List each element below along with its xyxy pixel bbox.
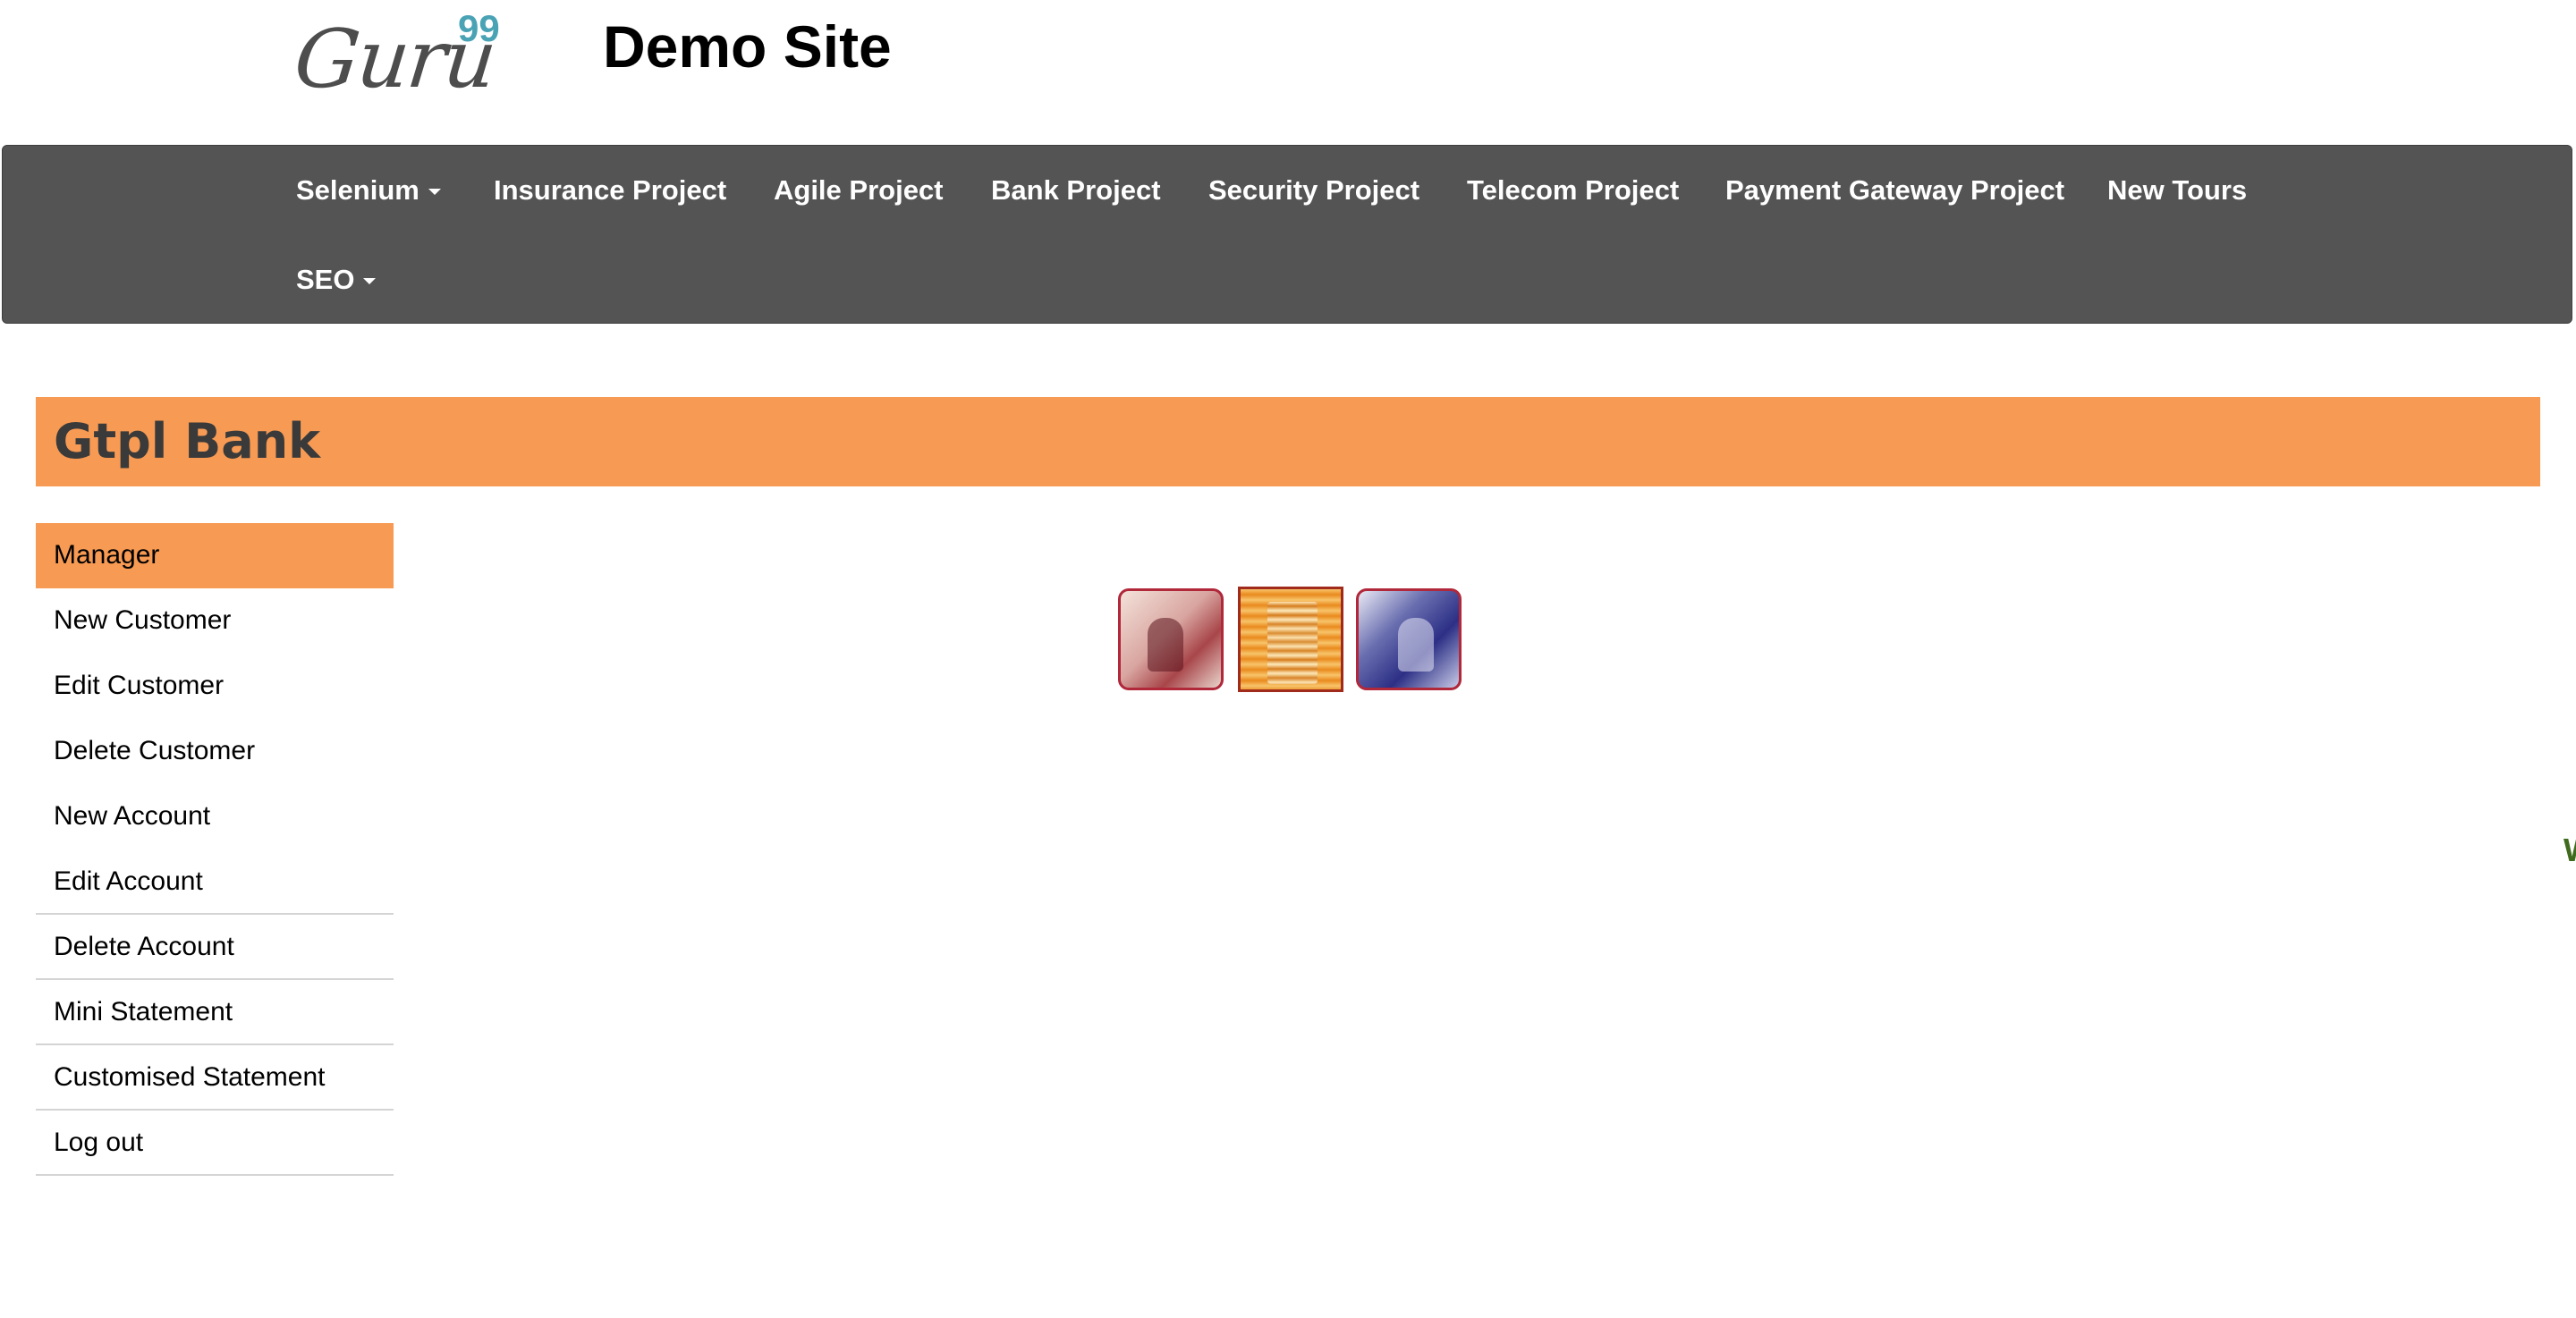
nav-new-tours[interactable]: New Tours xyxy=(2107,173,2247,208)
nav-insurance-project[interactable]: Insurance Project xyxy=(494,173,726,208)
sidebar-item-delete-customer[interactable]: Delete Customer xyxy=(36,719,394,784)
nav-seo-label: SEO xyxy=(296,264,355,295)
site-header: Guru 99 Demo Site xyxy=(0,0,2576,143)
customer-service-image xyxy=(1356,588,1462,690)
bank-banner: Gtpl Bank xyxy=(36,397,2540,486)
sidebar-item-delete-account[interactable]: Delete Account xyxy=(36,915,394,980)
sidebar-item-new-customer[interactable]: New Customer xyxy=(36,588,394,654)
nav-selenium-label: Selenium xyxy=(296,174,419,206)
bank-title: Gtpl Bank xyxy=(54,413,321,469)
nav-payment-gateway-project[interactable]: Payment Gateway Project xyxy=(1725,173,2064,208)
nav-telecom-project[interactable]: Telecom Project xyxy=(1467,173,1679,208)
nav-selenium-dropdown[interactable]: Selenium xyxy=(296,173,441,208)
sidebar-item-mini-statement[interactable]: Mini Statement xyxy=(36,980,394,1045)
coin-stacks-image xyxy=(1238,587,1343,692)
nav-security-project[interactable]: Security Project xyxy=(1208,173,1419,208)
sidebar-item-customised-statement[interactable]: Customised Statement xyxy=(36,1045,394,1111)
caret-down-icon xyxy=(363,278,377,285)
bank-photo-strip xyxy=(1118,583,1463,696)
sidebar-item-log-out[interactable]: Log out xyxy=(36,1111,394,1176)
sidebar-item-edit-customer[interactable]: Edit Customer xyxy=(36,654,394,719)
caret-down-icon xyxy=(428,189,441,196)
welcome-marquee-text: W xyxy=(2563,832,2576,869)
main-navbar: Selenium Insurance Project Agile Project… xyxy=(2,145,2572,324)
banker-on-phone-image xyxy=(1118,588,1224,690)
nav-agile-project[interactable]: Agile Project xyxy=(774,173,944,208)
nav-bank-project[interactable]: Bank Project xyxy=(991,173,1161,208)
nav-seo-dropdown[interactable]: SEO xyxy=(296,262,377,298)
logo-superscript: 99 xyxy=(458,7,500,49)
sidebar-item-edit-account[interactable]: Edit Account xyxy=(36,849,394,915)
guru99-logo[interactable]: Guru 99 xyxy=(290,5,510,106)
sidebar-item-new-account[interactable]: New Account xyxy=(36,784,394,849)
sidebar-item-manager[interactable]: Manager xyxy=(36,523,394,588)
site-title: Demo Site xyxy=(603,13,892,80)
sidebar-menu: Manager New Customer Edit Customer Delet… xyxy=(36,523,394,1176)
